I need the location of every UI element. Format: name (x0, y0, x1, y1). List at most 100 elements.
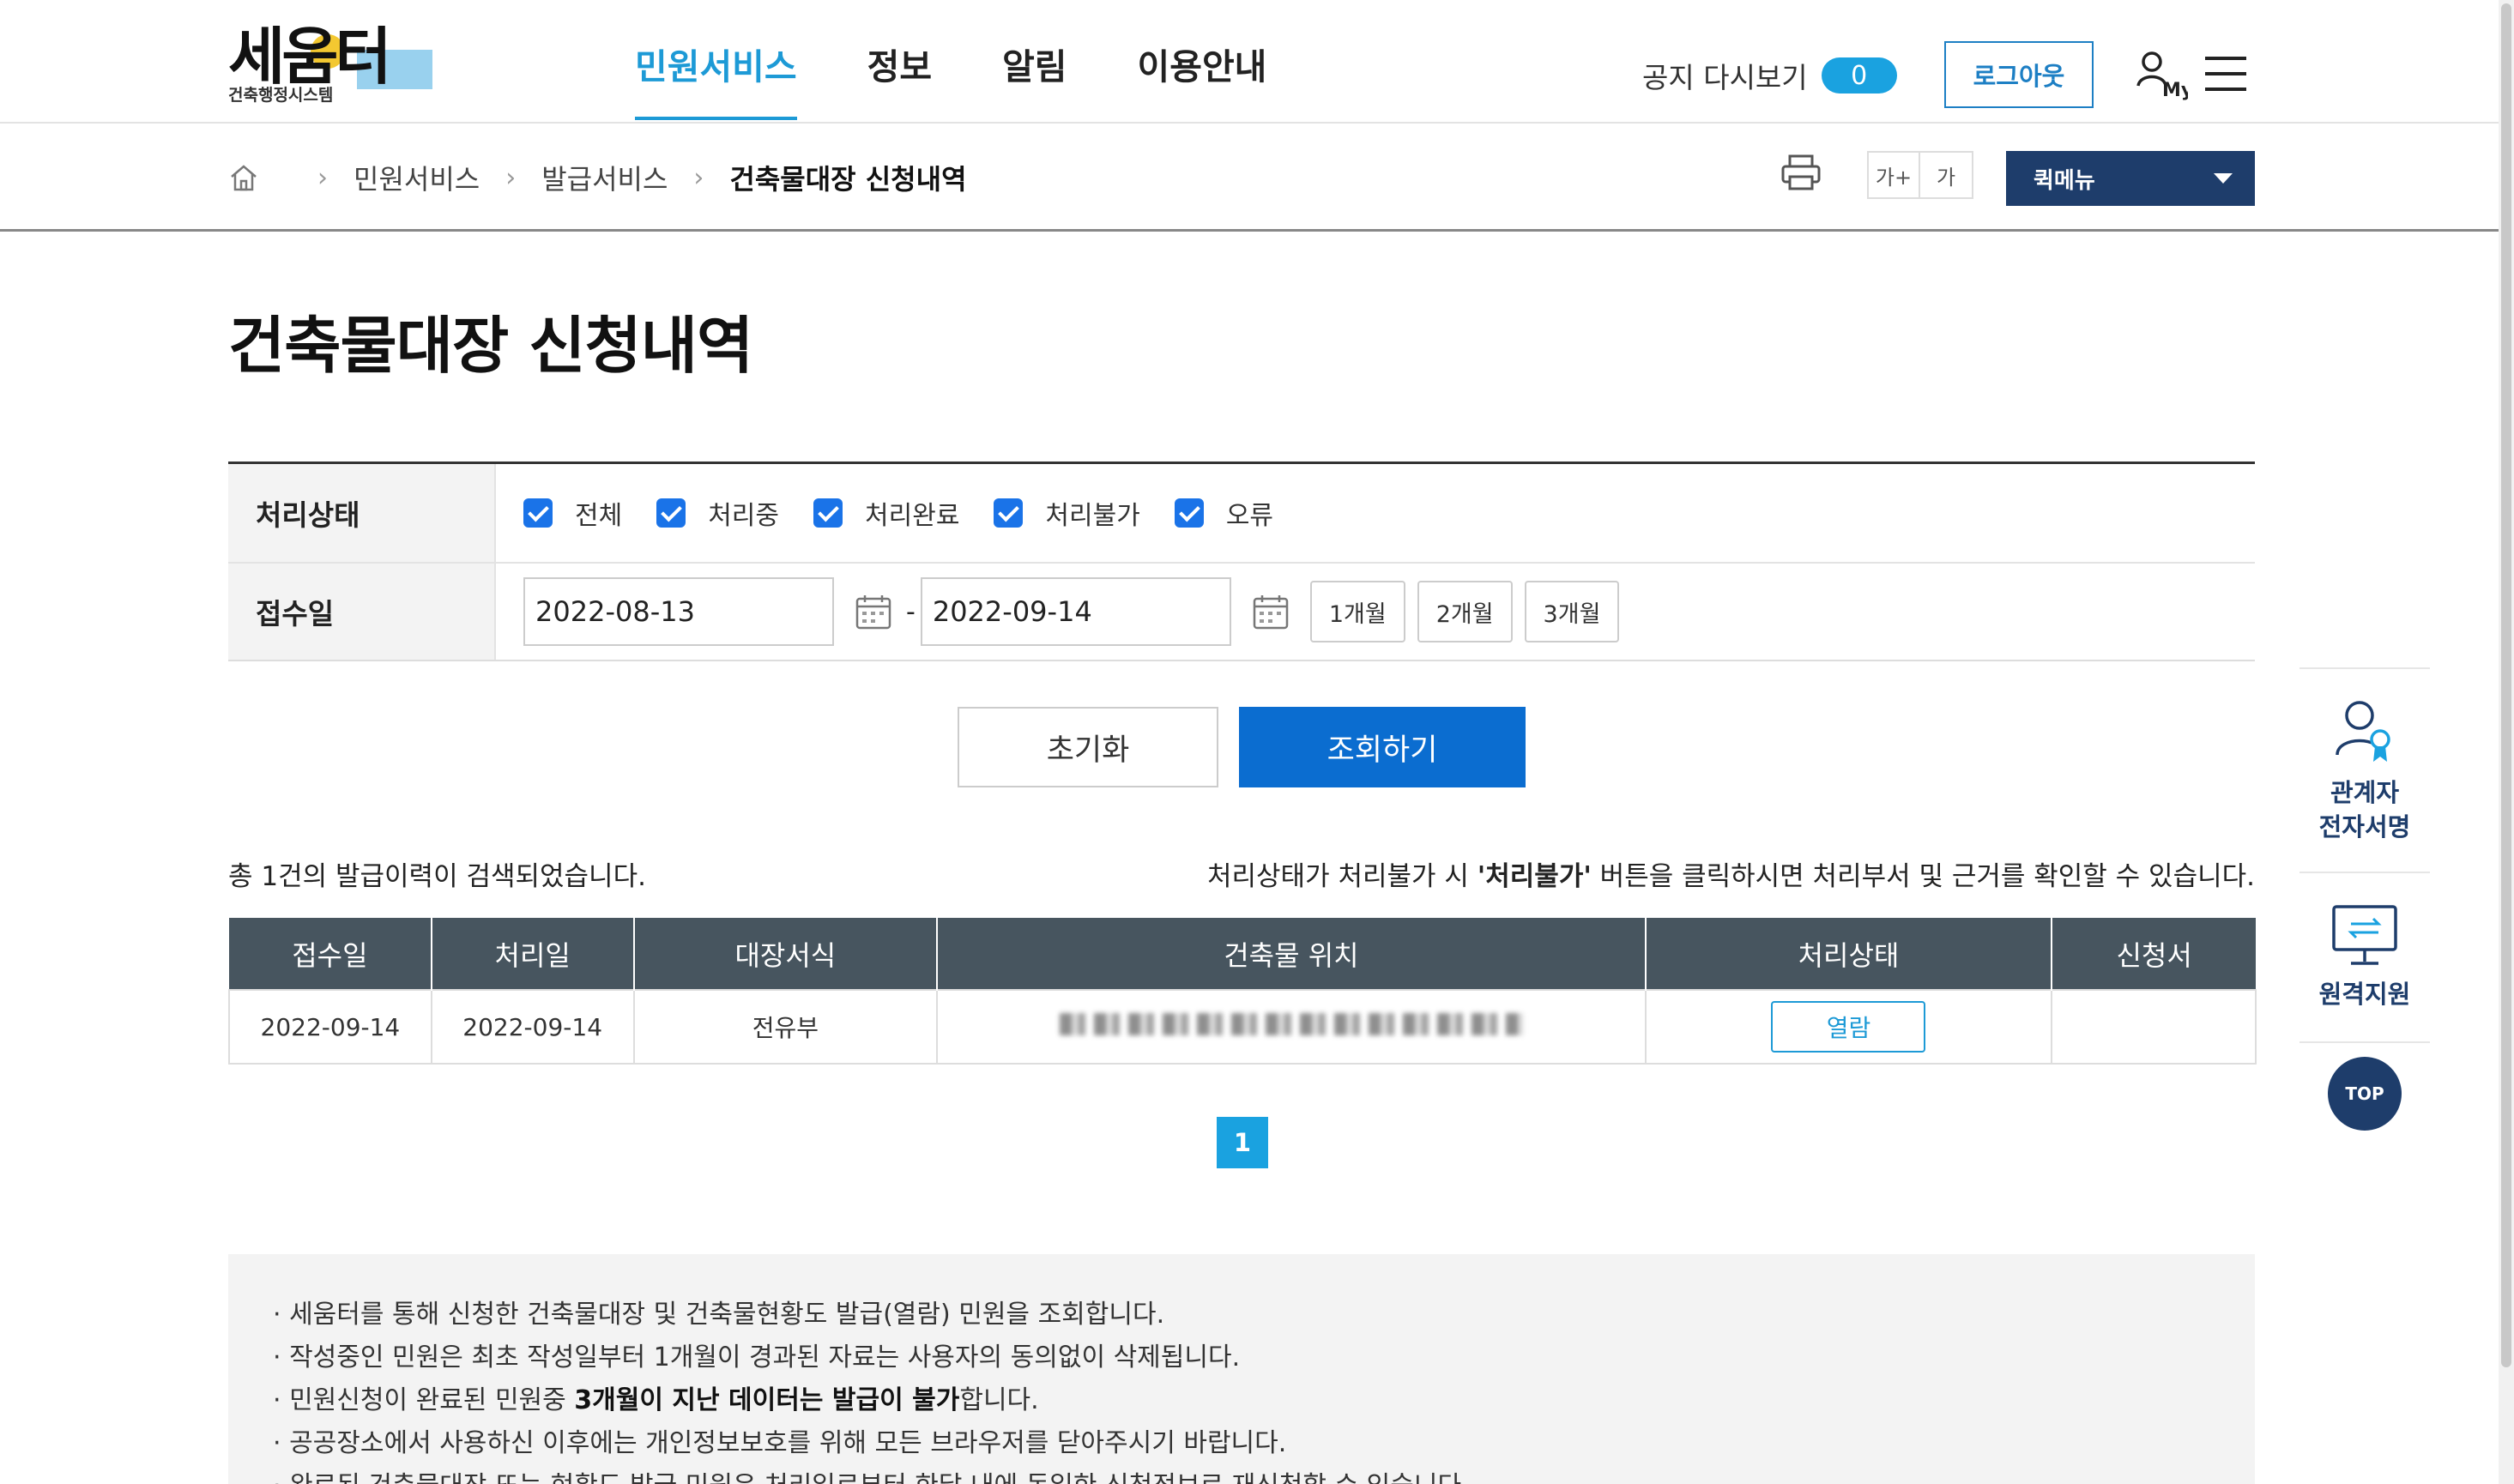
status-option-label: 처리불가 (1045, 501, 1140, 531)
column-header-received: 접수일 (229, 918, 432, 990)
checkbox-checked-icon[interactable] (1174, 498, 1204, 528)
side-label-line: 관계자 (2330, 778, 2400, 807)
guide-line: · 완료된 건축물대장 또는 현황도 발급 민원은 처리일로부터 한달 내에 동… (273, 1465, 2210, 1484)
cell-received-date: 2022-09-14 (228, 989, 432, 1065)
my-label: My (2162, 80, 2188, 101)
breadcrumb-current: 건축물대장 신청내역 (729, 163, 967, 196)
reset-button[interactable]: 초기화 (958, 707, 1218, 787)
font-increase-button[interactable]: 가+ (1867, 151, 1920, 199)
notice-count-badge: 0 (1821, 57, 1897, 94)
calendar-icon[interactable] (855, 593, 892, 630)
font-size-controls: 가+ 가 (1867, 151, 1973, 199)
chevron-right-icon: › (693, 162, 704, 193)
search-form: 처리상태 전체 처리중 처리완료 처리불가 오류 접수일 2022-08-13 … (228, 461, 2255, 661)
column-header-location: 건축물 위치 (937, 918, 1647, 990)
cell-processed-date: 2022-09-14 (430, 989, 635, 1065)
chevron-down-icon (2214, 173, 2233, 184)
nav-civil-service[interactable]: 민원서비스 (635, 38, 797, 120)
status-row: 처리상태 전체 처리중 처리완료 처리불가 오류 (228, 464, 2255, 562)
logo-subtitle: 건축행정시스템 (228, 86, 334, 105)
guide-line: · 세움터를 통해 신청한 건축물대장 및 건축물현황도 발급(열람) 민원을 … (273, 1300, 1165, 1330)
status-option-label: 오류 (1225, 501, 1274, 531)
column-header-status: 처리상태 (1645, 918, 2053, 990)
date-to-input[interactable]: 2022-09-14 (920, 577, 1231, 646)
checkbox-checked-icon[interactable] (994, 498, 1024, 528)
date-label: 접수일 (228, 564, 496, 660)
font-decrease-button[interactable]: 가 (1920, 151, 1973, 199)
logout-button[interactable]: 로그아웃 (1944, 41, 2094, 108)
checkbox-checked-icon[interactable] (523, 498, 553, 528)
stakeholder-signature-link[interactable]: 관계자전자서명 (2299, 667, 2430, 872)
guide-line-prefix: · 민원신청이 완료된 민원중 (273, 1385, 575, 1415)
period-1month-button[interactable]: 1개월 (1309, 581, 1405, 642)
status-checkbox-error[interactable]: 오류 (1174, 494, 1274, 532)
vertical-scrollbar[interactable] (2499, 0, 2514, 1484)
guide-line: · 민원신청이 완료된 민원중 3개월이 지난 데이터는 발급이 불가합니다. (273, 1379, 2210, 1422)
remote-support-link[interactable]: 원격지원 (2299, 872, 2430, 1041)
history-table: 접수일 처리일 대장서식 건축물 위치 처리상태 신청서 2022-09-14 … (228, 918, 2257, 1065)
guide-box: · 세움터를 통해 신청한 건축물대장 및 건축물현황도 발급(열람) 민원을 … (228, 1254, 2255, 1484)
logo[interactable]: 세움터 건축행정시스템 (228, 26, 468, 105)
calendar-icon[interactable] (1252, 593, 1290, 630)
search-button[interactable]: 조회하기 (1239, 707, 1526, 787)
breadcrumb-civil-service[interactable]: 민원서비스 (354, 158, 480, 197)
cell-application (2051, 989, 2257, 1065)
status-checkbox-processing[interactable]: 처리중 (656, 494, 779, 532)
period-2month-button[interactable]: 2개월 (1417, 581, 1513, 642)
side-top-area: TOP (2299, 1041, 2430, 1144)
result-note: 처리상태가 처리불가 시 '처리불가' 버튼을 클릭하시면 처리부서 및 근거를… (1207, 854, 2255, 893)
cell-status: 열람 (1644, 989, 2053, 1065)
monitor-icon (2332, 905, 2397, 965)
guide-line: · 공공장소에서 사용하신 이후에는 개인정보보호를 위해 모든 브라우저를 닫… (273, 1428, 1287, 1458)
result-count-text: 총 1건의 발급이력이 검색되었습니다. (228, 861, 646, 892)
scrollbar-thumb[interactable] (2501, 3, 2511, 1367)
home-icon[interactable] (228, 162, 259, 193)
status-option-label: 처리중 (708, 501, 780, 531)
checkbox-checked-icon[interactable] (656, 498, 686, 528)
quick-menu-label: 퀵메뉴 (2034, 167, 2095, 194)
main-nav: 민원서비스 정보 알림 이용안내 (635, 38, 1266, 120)
site-header: 세움터 건축행정시스템 민원서비스 정보 알림 이용안내 공지 다시보기 0 로… (0, 0, 2499, 124)
result-note-bold: '처리불가' (1477, 861, 1592, 892)
column-header-processed: 처리일 (431, 918, 635, 990)
status-option-label: 전체 (575, 501, 623, 531)
breadcrumb-issue-service[interactable]: 발급서비스 (541, 158, 668, 197)
status-checkbox-complete[interactable]: 처리완료 (813, 494, 959, 532)
remote-support-label: 원격지원 (2318, 980, 2411, 1009)
nav-notice[interactable]: 알림 (1002, 38, 1067, 120)
my-page-icon[interactable]: My (2133, 48, 2188, 103)
menu-icon[interactable] (2205, 57, 2246, 91)
notice-replay-label: 공지 다시보기 (1642, 61, 1808, 94)
cell-form-type: 전유부 (632, 989, 939, 1065)
cell-building-location (936, 989, 1647, 1065)
person-certificate-icon (2336, 701, 2390, 762)
redacted-address (1059, 1012, 1523, 1035)
table-row: 2022-09-14 2022-09-14 전유부 열람 (228, 989, 2257, 1065)
guide-line-suffix: 합니다. (959, 1385, 1039, 1415)
location-bar: › 민원서비스 › 발급서비스 › 건축물대장 신청내역 가+ 가 퀵메뉴 (0, 125, 2499, 232)
nav-info[interactable]: 정보 (867, 38, 932, 120)
view-button[interactable]: 열람 (1771, 1001, 1926, 1053)
result-note-suffix: 버튼을 클릭하시면 처리부서 및 근거를 확인할 수 있습니다. (1591, 861, 2255, 892)
status-option-label: 처리완료 (865, 501, 960, 531)
status-checkbox-rejected[interactable]: 처리불가 (994, 494, 1140, 532)
status-checkbox-all[interactable]: 전체 (523, 494, 622, 532)
result-note-prefix: 처리상태가 처리불가 시 (1207, 861, 1478, 892)
quick-menu-select[interactable]: 퀵메뉴 (2006, 151, 2255, 206)
status-label: 처리상태 (228, 464, 496, 562)
page-title: 건축물대장 신청내역 (228, 310, 753, 382)
date-from-input[interactable]: 2022-08-13 (523, 577, 834, 646)
column-header-application: 신청서 (2052, 918, 2256, 990)
side-label-line: 전자서명 (2318, 812, 2411, 842)
breadcrumb: › 민원서비스 › 발급서비스 › 건축물대장 신청내역 (228, 158, 967, 197)
pagination-current-page[interactable]: 1 (1217, 1117, 1268, 1168)
notice-replay[interactable]: 공지 다시보기 0 (1642, 55, 1897, 96)
checkbox-checked-icon[interactable] (813, 498, 843, 528)
nav-guide[interactable]: 이용안내 (1138, 38, 1267, 120)
date-row: 접수일 2022-08-13 - 2022-09-14 1개월 2개월 3개월 (228, 562, 2255, 660)
print-icon[interactable] (1780, 151, 1822, 194)
period-3month-button[interactable]: 3개월 (1524, 581, 1620, 642)
side-quick-bar: 관계자전자서명 원격지원 TOP (2299, 667, 2430, 1144)
scroll-top-button[interactable]: TOP (2328, 1057, 2402, 1131)
chevron-right-icon: › (317, 162, 328, 193)
